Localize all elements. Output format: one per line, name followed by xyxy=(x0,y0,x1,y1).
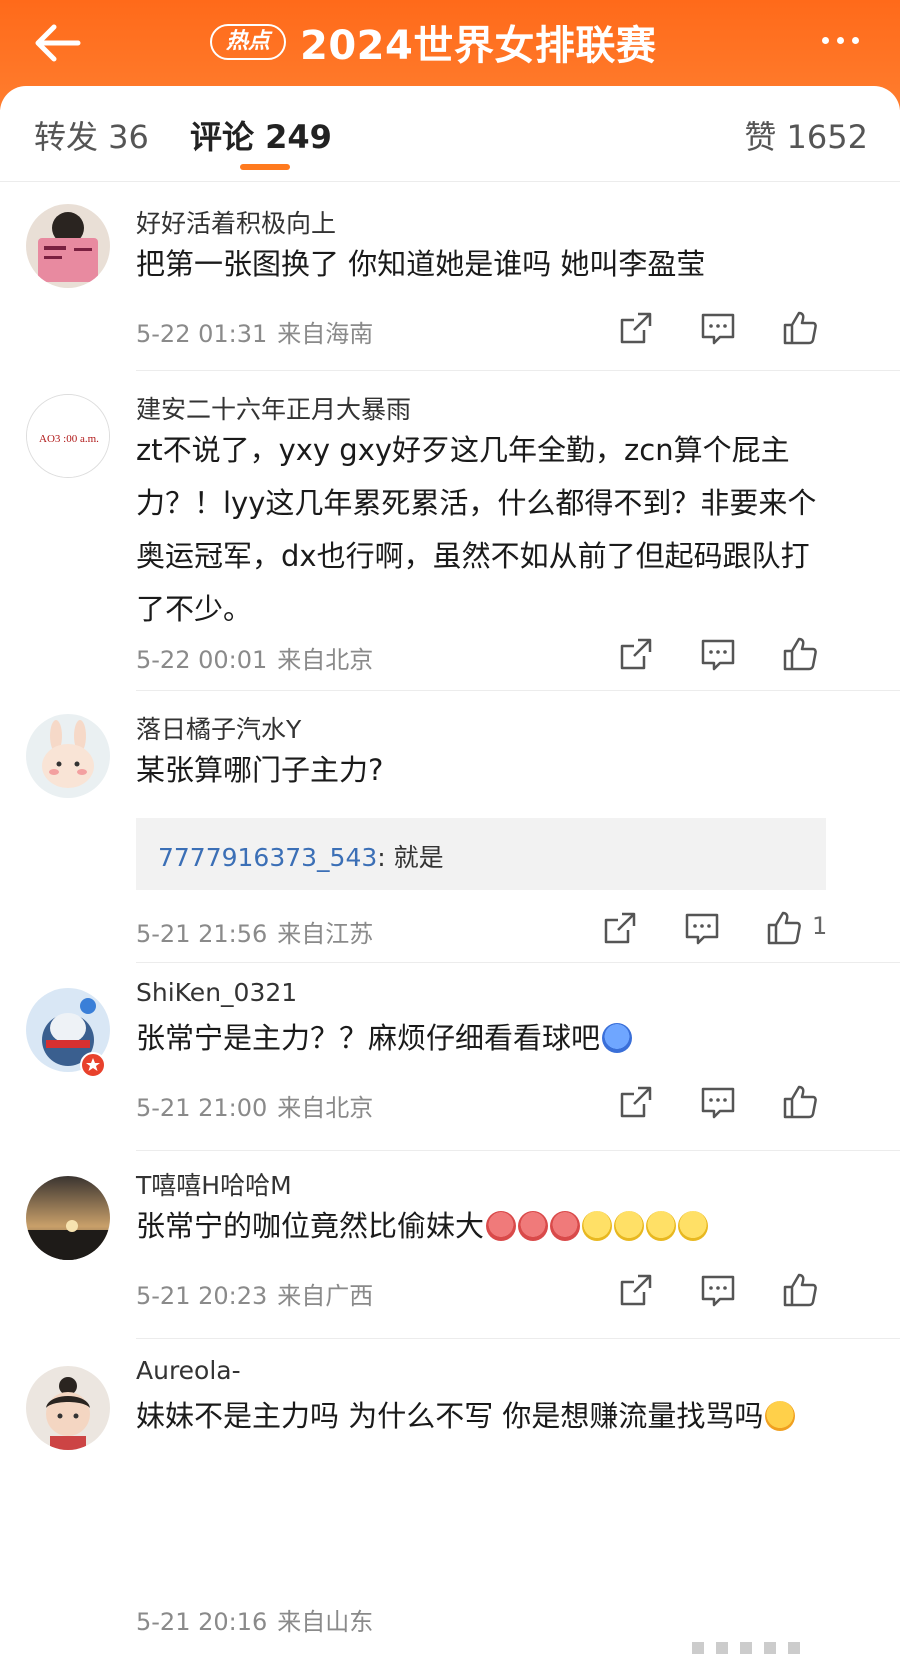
content-sheet: 转发 36 评论 249 赞 1652 好好活着积极向上 把第一张图换了 你知道… xyxy=(0,86,900,1663)
comment-location: 来自北京 xyxy=(277,1094,374,1122)
tab-comments[interactable]: 评论 249 xyxy=(190,112,332,158)
share-icon[interactable] xyxy=(616,1270,656,1310)
comment-location: 来自山东 xyxy=(277,1608,374,1636)
comment-username[interactable]: T嘻嘻H哈哈M xyxy=(136,1166,292,1202)
divider xyxy=(136,962,900,963)
emoji-icon xyxy=(614,1211,645,1241)
verified-badge-icon xyxy=(80,1052,106,1078)
page-title: 2024世界女排联赛 xyxy=(300,23,657,69)
comment-actions: 1 xyxy=(600,908,860,948)
comment-actions xyxy=(616,1082,836,1122)
comment-location: 来自北京 xyxy=(277,646,374,674)
system-nav-bar xyxy=(692,1642,800,1654)
reply-preview[interactable]: 7777916373_543: 就是 xyxy=(136,818,826,890)
comment-actions xyxy=(616,634,836,674)
comment-location: 来自广西 xyxy=(277,1282,374,1310)
like-thumb-icon[interactable] xyxy=(780,634,820,674)
comment-date: 5-21 21:56 xyxy=(136,920,268,948)
avatar[interactable] xyxy=(26,714,110,798)
comment-text: 张常宁是主力？？麻烦仔细看看球吧 xyxy=(136,1012,836,1065)
comment-username[interactable]: ShiKen_0321 xyxy=(136,978,297,1007)
tab-bar: 转发 36 评论 249 赞 1652 xyxy=(0,86,900,182)
comment-text: 把第一张图换了 你知道她是谁吗 她叫李盈莹 xyxy=(136,247,706,281)
comment-icon[interactable] xyxy=(682,908,722,948)
tab-repost[interactable]: 转发 36 xyxy=(34,112,149,158)
comment-item: T嘻嘻H哈哈M 张常宁的咖位竟然比偷妹大 5-21 20:23 来自广西 xyxy=(0,1152,900,1340)
avatar-text: AO3 :00 a.m. xyxy=(39,433,99,445)
comment-username[interactable]: 好好活着积极向上 xyxy=(136,204,336,240)
share-icon[interactable] xyxy=(616,1082,656,1122)
comment-text: zt不说了，yxy gxy好歹这几年全勤，zcn算个屁主力？！lyy这几年累死累… xyxy=(136,433,817,626)
comment-actions xyxy=(616,308,836,348)
hot-badge: 热点 xyxy=(210,24,287,60)
comment-location: 来自海南 xyxy=(277,320,374,348)
comment-meta: 5-21 20:16 来自山东 xyxy=(136,1602,373,1637)
more-dots-icon[interactable] xyxy=(810,20,870,60)
comment-icon[interactable] xyxy=(698,308,738,348)
comment-username[interactable]: Aureola- xyxy=(136,1356,241,1385)
emoji-icon xyxy=(678,1211,709,1241)
divider xyxy=(136,370,900,371)
comment-meta: 5-22 00:01 来自北京 xyxy=(136,640,373,675)
like-thumb-icon[interactable] xyxy=(780,1270,820,1310)
comment-date: 5-22 01:31 xyxy=(136,320,268,348)
comment-location: 来自江苏 xyxy=(277,920,374,948)
emoji-icon xyxy=(518,1211,549,1241)
emoji-icon xyxy=(486,1211,517,1241)
share-icon[interactable] xyxy=(616,634,656,674)
comment-username[interactable]: 建安二十六年正月大暴雨 xyxy=(136,390,411,426)
emoji-icon xyxy=(582,1211,613,1241)
emoji-icon xyxy=(765,1401,796,1431)
tab-likes[interactable]: 赞 1652 xyxy=(744,112,868,158)
tab-active-indicator xyxy=(240,164,290,170)
reply-text: : 就是 xyxy=(377,843,444,872)
comment-date: 5-22 00:01 xyxy=(136,646,268,674)
avatar[interactable] xyxy=(26,1176,110,1260)
like-thumb-icon[interactable] xyxy=(780,1082,820,1122)
emoji-icon xyxy=(550,1211,581,1241)
comment-meta: 5-21 21:56 来自江苏 xyxy=(136,914,373,949)
title-group: 热点 2024世界女排联赛 xyxy=(210,12,656,72)
comment-username[interactable]: 落日橘子汽水Y xyxy=(136,710,301,746)
comment-item: Aureola- 妹妹不是主力吗 为什么不写 你是想赚流量找骂吗 5-21 20… xyxy=(0,1340,900,1663)
avatar[interactable]: AO3 :00 a.m. xyxy=(26,394,110,478)
reply-username[interactable]: 7777916373_543 xyxy=(158,843,377,872)
like-count: 1 xyxy=(812,912,828,940)
comment-text: 某张算哪门子主力? xyxy=(136,753,384,787)
emoji-icon xyxy=(602,1023,633,1053)
divider xyxy=(136,1150,900,1151)
comment-text: 妹妹不是主力吗 为什么不写 你是想赚流量找骂吗 xyxy=(136,1390,836,1443)
avatar[interactable] xyxy=(26,204,110,288)
comment-icon[interactable] xyxy=(698,1270,738,1310)
avatar[interactable] xyxy=(26,1366,110,1450)
share-icon[interactable] xyxy=(616,308,656,348)
comment-meta: 5-21 20:23 来自广西 xyxy=(136,1276,373,1311)
divider xyxy=(136,1338,900,1339)
comment-item: 落日橘子汽水Y 某张算哪门子主力? 7777916373_543: 就是 5-2… xyxy=(0,692,900,964)
back-arrow-icon[interactable] xyxy=(30,18,90,68)
comment-date: 5-21 20:23 xyxy=(136,1282,268,1310)
comment-actions xyxy=(616,1270,836,1310)
comment-item: AO3 :00 a.m. 建安二十六年正月大暴雨 zt不说了，yxy gxy好歹… xyxy=(0,374,900,692)
comment-date: 5-21 20:16 xyxy=(136,1608,268,1636)
comment-text: 张常宁的咖位竟然比偷妹大 xyxy=(136,1200,836,1253)
like-thumb-icon[interactable] xyxy=(780,308,820,348)
comment-icon[interactable] xyxy=(698,634,738,674)
comment-date: 5-21 21:00 xyxy=(136,1094,268,1122)
comment-item: ShiKen_0321 张常宁是主力？？麻烦仔细看看球吧 5-21 21:00 来… xyxy=(0,964,900,1152)
comment-meta: 5-21 21:00 来自北京 xyxy=(136,1088,373,1123)
like-thumb-icon[interactable] xyxy=(764,908,804,948)
comment-item: 好好活着积极向上 把第一张图换了 你知道她是谁吗 她叫李盈莹 5-22 01:3… xyxy=(0,182,900,372)
comment-meta: 5-22 01:31 来自海南 xyxy=(136,314,373,349)
emoji-icon xyxy=(646,1211,677,1241)
divider xyxy=(136,690,900,691)
share-icon[interactable] xyxy=(600,908,640,948)
comment-icon[interactable] xyxy=(698,1082,738,1122)
